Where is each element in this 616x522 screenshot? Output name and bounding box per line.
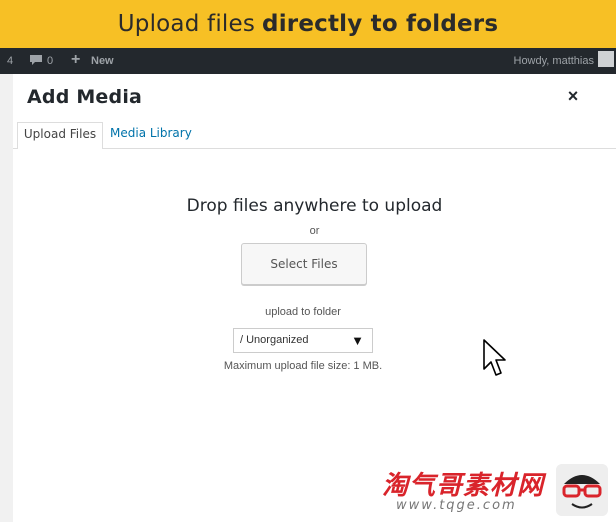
select-files-button[interactable]: Select Files <box>241 243 367 285</box>
folder-select-value: / Unorganized <box>240 334 309 346</box>
drop-instructions: Drop files anywhere to upload <box>186 196 443 216</box>
avatar[interactable] <box>598 51 614 67</box>
promo-banner: Upload files directly to folders <box>0 0 616 48</box>
comments-count: 0 <box>47 55 54 67</box>
folder-select[interactable]: / Unorganized ▼ <box>233 328 373 353</box>
tab-upload-files[interactable]: Upload Files <box>17 122 103 150</box>
add-media-modal: Add Media × Upload Files Media Library D… <box>13 74 616 522</box>
comment-icon[interactable] <box>29 54 43 66</box>
upload-to-folder-label: upload to folder <box>265 306 341 318</box>
triangle-down-icon: ▼ <box>351 333 364 348</box>
admin-bar-count[interactable]: 4 <box>7 55 13 67</box>
tab-media-library[interactable]: Media Library <box>110 122 192 148</box>
howdy-greeting[interactable]: Howdy, matthias <box>514 55 595 67</box>
media-tabs: Upload Files Media Library <box>13 122 616 150</box>
or-separator: or <box>309 225 320 237</box>
mouse-pointer-icon <box>483 339 506 376</box>
banner-emphasis: directly to folders <box>262 11 499 37</box>
watermark-url: www.tqge.com <box>396 498 517 513</box>
wp-admin-bar: 4 0 + New Howdy, matthias <box>0 48 616 74</box>
watermark-text: 淘气哥素材网 <box>382 471 545 501</box>
close-icon[interactable]: × <box>564 86 582 106</box>
modal-title: Add Media <box>27 86 143 108</box>
banner-lead: Upload files <box>117 11 256 37</box>
new-menu-label[interactable]: New <box>91 55 114 67</box>
watermark-mascot <box>556 464 608 516</box>
plus-icon[interactable]: + <box>71 51 80 69</box>
max-upload-size: Maximum upload file size: 1 MB. <box>223 360 383 372</box>
